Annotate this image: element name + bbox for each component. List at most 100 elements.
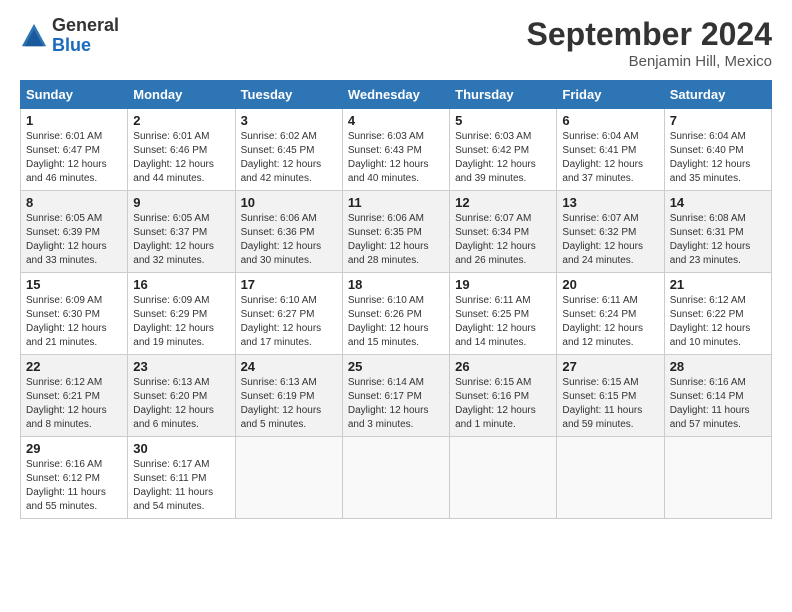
table-row: 8 Sunrise: 6:05 AMSunset: 6:39 PMDaylight… [21,191,128,273]
table-row: 9Sunrise: 6:05 AMSunset: 6:37 PMDaylight… [128,191,235,273]
table-row: 14Sunrise: 6:08 AMSunset: 6:31 PMDayligh… [664,191,771,273]
header-tuesday: Tuesday [235,81,342,109]
day-info: Sunrise: 6:13 AMSunset: 6:20 PMDaylight:… [133,376,229,432]
calendar-week-row: 8 Sunrise: 6:05 AMSunset: 6:39 PMDaylight… [21,191,772,273]
table-row [235,437,342,519]
title-block: September 2024 Benjamin Hill, Mexico [527,16,772,70]
table-row: 6 Sunrise: 6:04 AMSunset: 6:41 PMDaylight… [557,109,664,191]
day-info: Sunrise: 6:16 AMSunset: 6:14 PMDaylight:… [670,376,766,432]
weekday-header-row: Sunday Monday Tuesday Wednesday Thursday… [21,81,772,109]
day-number: 8 [26,195,122,210]
day-info: Sunrise: 6:16 AMSunset: 6:12 PMDaylight:… [26,458,122,514]
day-info: Sunrise: 6:10 AMSunset: 6:27 PMDaylight:… [241,294,337,350]
table-row: 2 Sunrise: 6:01 AMSunset: 6:46 PMDaylight… [128,109,235,191]
day-info: Sunrise: 6:03 AMSunset: 6:43 PMDaylight:… [348,130,444,186]
table-row: 23 Sunrise: 6:13 AMSunset: 6:20 PMDayligh… [128,355,235,437]
table-row [557,437,664,519]
day-number: 10 [241,195,337,210]
table-row: 1Sunrise: 6:01 AMSunset: 6:47 PMDaylight… [21,109,128,191]
table-row: 10 Sunrise: 6:06 AMSunset: 6:36 PMDayligh… [235,191,342,273]
calendar-week-row: 15Sunrise: 6:09 AMSunset: 6:30 PMDayligh… [21,273,772,355]
day-number: 3 [241,113,337,128]
day-info: Sunrise: 6:06 AMSunset: 6:35 PMDaylight:… [348,212,444,268]
day-info: Sunrise: 6:05 AMSunset: 6:37 PMDaylight:… [133,212,229,268]
header-friday: Friday [557,81,664,109]
calendar-week-row: 22 Sunrise: 6:12 AMSunset: 6:21 PMDayligh… [21,355,772,437]
day-number: 17 [241,277,337,292]
day-info: Sunrise: 6:15 AMSunset: 6:15 PMDaylight:… [562,376,658,432]
day-info: Sunrise: 6:12 AMSunset: 6:22 PMDaylight:… [670,294,766,350]
logo-general: General [52,16,119,36]
day-number: 24 [241,359,337,374]
table-row: 5Sunrise: 6:03 AMSunset: 6:42 PMDaylight… [450,109,557,191]
calendar-body: 1Sunrise: 6:01 AMSunset: 6:47 PMDaylight… [21,109,772,519]
table-row: 27 Sunrise: 6:15 AMSunset: 6:15 PMDayligh… [557,355,664,437]
day-info: Sunrise: 6:11 AMSunset: 6:24 PMDaylight:… [562,294,658,350]
page: General Blue September 2024 Benjamin Hil… [0,0,792,612]
day-number: 4 [348,113,444,128]
table-row [664,437,771,519]
day-info: Sunrise: 6:02 AMSunset: 6:45 PMDaylight:… [241,130,337,186]
table-row: 25 Sunrise: 6:14 AMSunset: 6:17 PMDayligh… [342,355,449,437]
table-row: 30 Sunrise: 6:17 AMSunset: 6:11 PMDayligh… [128,437,235,519]
calendar-week-row: 29Sunrise: 6:16 AMSunset: 6:12 PMDayligh… [21,437,772,519]
day-number: 7 [670,113,766,128]
day-number: 18 [348,277,444,292]
logo-text: General Blue [52,16,119,56]
table-row: 18 Sunrise: 6:10 AMSunset: 6:26 PMDayligh… [342,273,449,355]
day-info: Sunrise: 6:17 AMSunset: 6:11 PMDaylight:… [133,458,229,514]
day-number: 2 [133,113,229,128]
day-number: 28 [670,359,766,374]
day-number: 22 [26,359,122,374]
header-monday: Monday [128,81,235,109]
day-number: 26 [455,359,551,374]
table-row: 4 Sunrise: 6:03 AMSunset: 6:43 PMDaylight… [342,109,449,191]
day-number: 19 [455,277,551,292]
day-info: Sunrise: 6:14 AMSunset: 6:17 PMDaylight:… [348,376,444,432]
header-thursday: Thursday [450,81,557,109]
header: General Blue September 2024 Benjamin Hil… [20,16,772,70]
table-row: 12Sunrise: 6:07 AMSunset: 6:34 PMDayligh… [450,191,557,273]
table-row: 19 Sunrise: 6:11 AMSunset: 6:25 PMDayligh… [450,273,557,355]
table-row: 7Sunrise: 6:04 AMSunset: 6:40 PMDaylight… [664,109,771,191]
day-number: 25 [348,359,444,374]
logo-blue: Blue [52,36,119,56]
table-row: 24Sunrise: 6:13 AMSunset: 6:19 PMDayligh… [235,355,342,437]
day-info: Sunrise: 6:07 AMSunset: 6:32 PMDaylight:… [562,212,658,268]
table-row: 15Sunrise: 6:09 AMSunset: 6:30 PMDayligh… [21,273,128,355]
day-number: 12 [455,195,551,210]
day-number: 14 [670,195,766,210]
header-wednesday: Wednesday [342,81,449,109]
day-number: 27 [562,359,658,374]
table-row: 20 Sunrise: 6:11 AMSunset: 6:24 PMDayligh… [557,273,664,355]
table-row: 21Sunrise: 6:12 AMSunset: 6:22 PMDayligh… [664,273,771,355]
day-info: Sunrise: 6:10 AMSunset: 6:26 PMDaylight:… [348,294,444,350]
day-number: 23 [133,359,229,374]
day-number: 13 [562,195,658,210]
day-info: Sunrise: 6:06 AMSunset: 6:36 PMDaylight:… [241,212,337,268]
day-info: Sunrise: 6:11 AMSunset: 6:25 PMDaylight:… [455,294,551,350]
day-number: 30 [133,441,229,456]
day-number: 6 [562,113,658,128]
table-row: 16 Sunrise: 6:09 AMSunset: 6:29 PMDayligh… [128,273,235,355]
day-number: 11 [348,195,444,210]
day-number: 5 [455,113,551,128]
table-row: 17 Sunrise: 6:10 AMSunset: 6:27 PMDayligh… [235,273,342,355]
table-row [342,437,449,519]
day-info: Sunrise: 6:09 AMSunset: 6:29 PMDaylight:… [133,294,229,350]
calendar-table: Sunday Monday Tuesday Wednesday Thursday… [20,80,772,519]
day-info: Sunrise: 6:15 AMSunset: 6:16 PMDaylight:… [455,376,551,432]
table-row [450,437,557,519]
day-info: Sunrise: 6:01 AMSunset: 6:46 PMDaylight:… [133,130,229,186]
month-title: September 2024 [527,16,772,53]
day-number: 20 [562,277,658,292]
calendar-week-row: 1Sunrise: 6:01 AMSunset: 6:47 PMDaylight… [21,109,772,191]
day-info: Sunrise: 6:05 AMSunset: 6:39 PMDaylight:… [26,212,122,268]
logo-icon [20,22,48,50]
table-row: 22 Sunrise: 6:12 AMSunset: 6:21 PMDayligh… [21,355,128,437]
location: Benjamin Hill, Mexico [527,53,772,70]
day-number: 16 [133,277,229,292]
day-info: Sunrise: 6:04 AMSunset: 6:41 PMDaylight:… [562,130,658,186]
header-sunday: Sunday [21,81,128,109]
day-info: Sunrise: 6:12 AMSunset: 6:21 PMDaylight:… [26,376,122,432]
